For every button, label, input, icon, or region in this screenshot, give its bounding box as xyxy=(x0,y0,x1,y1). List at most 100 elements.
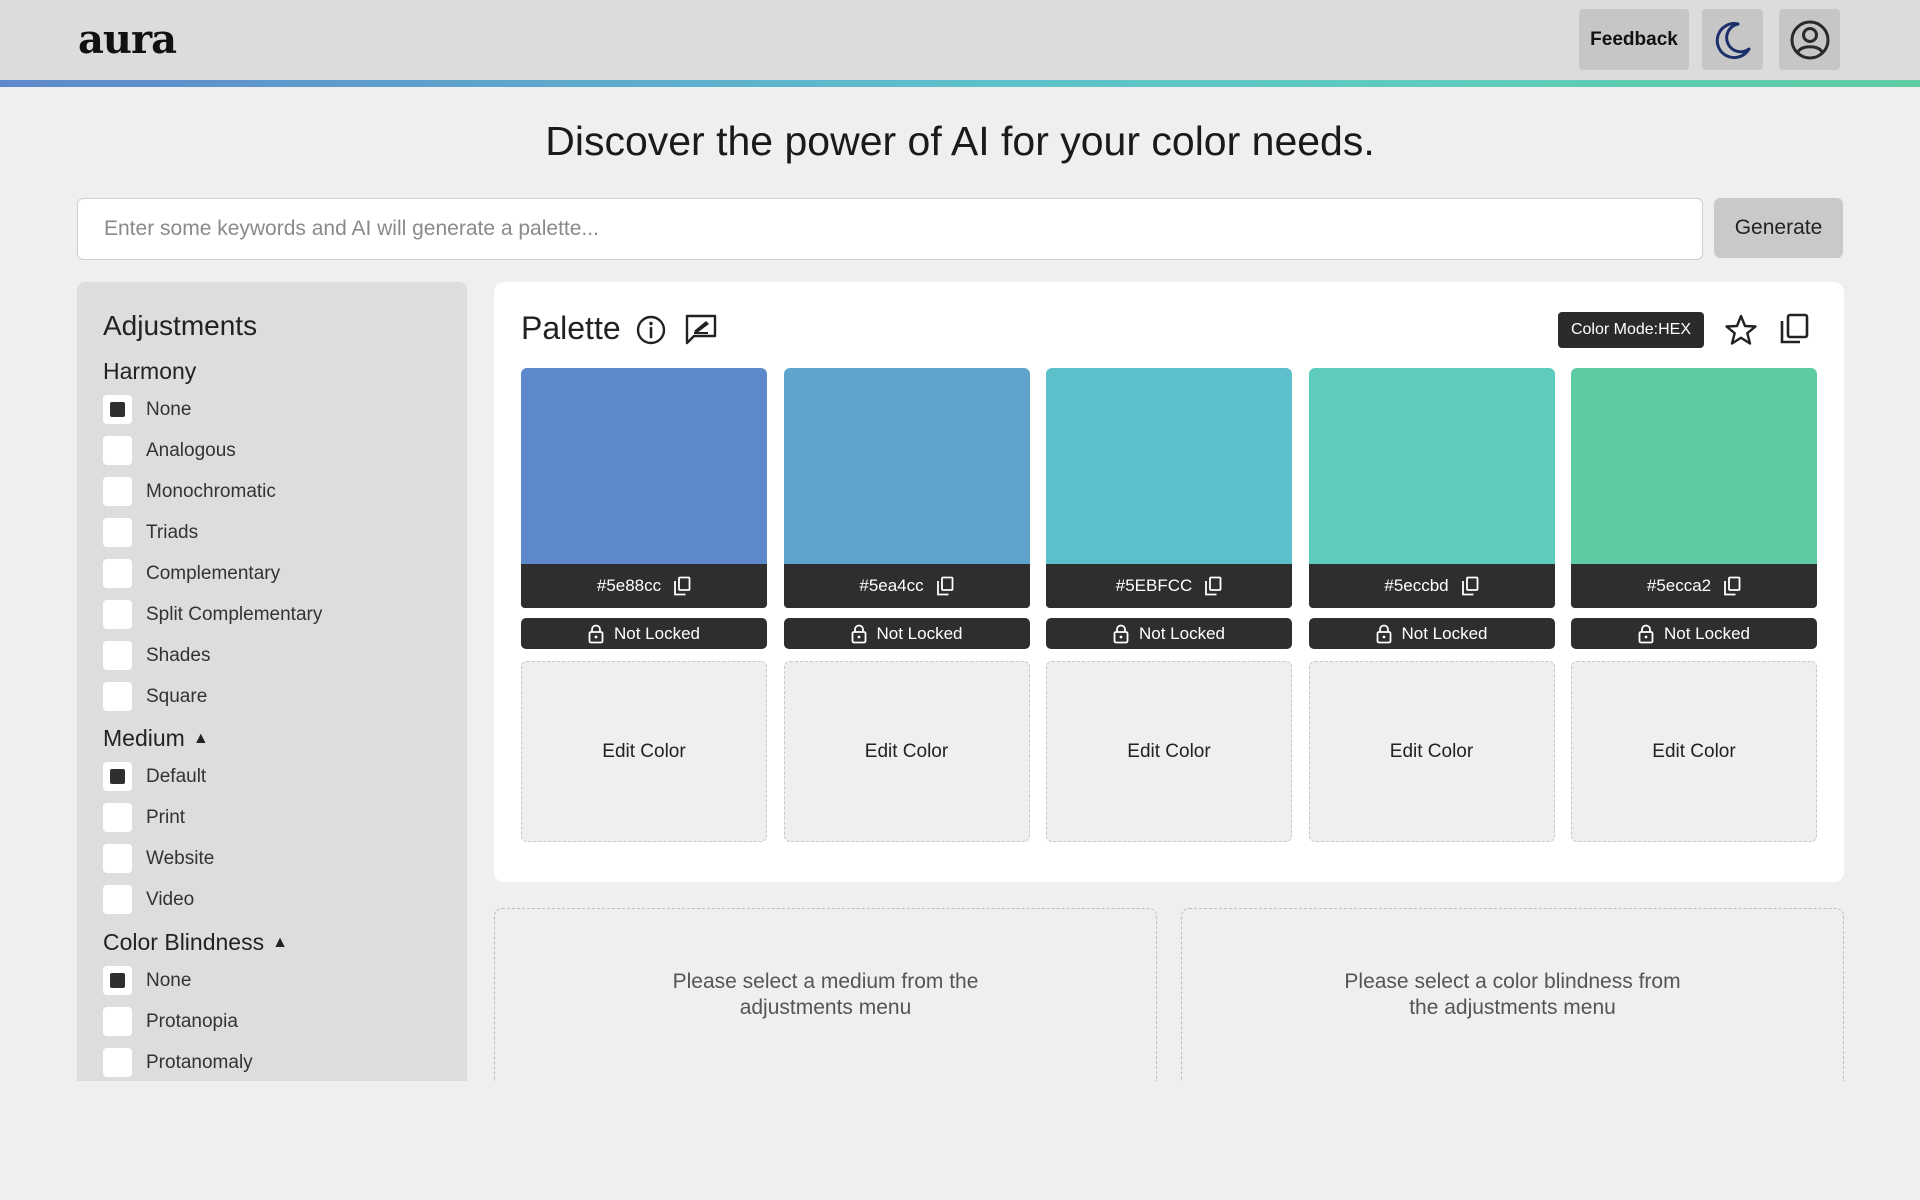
checkbox[interactable] xyxy=(103,682,132,711)
medium-message: Please select a medium from the adjustme… xyxy=(672,970,979,1019)
harmony-option[interactable]: Complementary xyxy=(103,559,280,588)
color-blindness-option[interactable]: Protanomaly xyxy=(103,1048,253,1077)
lock-toggle-button[interactable]: Not Locked xyxy=(783,618,1030,649)
checkbox[interactable] xyxy=(103,600,132,629)
feedback-button[interactable]: Feedback xyxy=(1579,9,1689,70)
checkbox[interactable] xyxy=(103,803,132,832)
color-blindness-option[interactable]: Protanopia xyxy=(103,1007,238,1036)
copy-icon[interactable] xyxy=(1723,576,1741,596)
color-blindness-option-label: None xyxy=(146,969,192,991)
medium-option-label: Website xyxy=(146,847,215,869)
harmony-option[interactable]: Shades xyxy=(103,641,210,670)
medium-option[interactable]: Print xyxy=(103,803,185,832)
checkbox-fill xyxy=(110,402,125,417)
hex-value: #5eccbd xyxy=(1384,576,1449,595)
adjustments-sidebar[interactable]: Adjustments Harmony None Analogous Monochr… xyxy=(77,282,467,1081)
color-mode-badge[interactable]: Color Mode:HEX xyxy=(1558,312,1704,348)
harmony-option[interactable]: Triads xyxy=(103,518,198,547)
checkbox[interactable] xyxy=(103,966,132,995)
copy-icon[interactable] xyxy=(1204,576,1222,596)
edit-color-button[interactable]: Edit Color xyxy=(1571,661,1817,842)
copy-icon[interactable] xyxy=(1778,312,1810,346)
harmony-option-label: Complementary xyxy=(146,562,281,584)
collapse-arrow-icon[interactable]: ▲ xyxy=(272,934,288,952)
color-column: #5eccbd Not Locked Edit Color xyxy=(1308,368,1555,842)
theme-toggle-button[interactable] xyxy=(1702,9,1763,70)
checkbox[interactable] xyxy=(103,1007,132,1036)
checkbox[interactable] xyxy=(103,395,132,424)
medium-preview-box: Please select a medium from the adjustme… xyxy=(494,908,1157,1081)
copy-icon[interactable] xyxy=(936,576,954,596)
color-blindness-heading[interactable]: Color Blindness ▲ xyxy=(103,929,288,956)
lock-icon xyxy=(1376,624,1391,643)
checkbox[interactable] xyxy=(103,885,132,914)
palette-title: Palette xyxy=(521,310,621,346)
lock-label: Not Locked xyxy=(876,623,963,643)
edit-color-button[interactable]: Edit Color xyxy=(521,661,767,842)
color-swatch[interactable]: #5ea4cc xyxy=(783,368,1030,608)
adjustments-title: Adjustments xyxy=(103,310,258,341)
lock-toggle-button[interactable]: Not Locked xyxy=(1571,618,1817,649)
harmony-option[interactable]: Square xyxy=(103,682,207,711)
checkbox[interactable] xyxy=(103,559,132,588)
harmony-option[interactable]: None xyxy=(103,395,191,424)
edit-color-button[interactable]: Edit Color xyxy=(1308,661,1555,842)
harmony-heading: Harmony xyxy=(103,358,196,385)
checkbox[interactable] xyxy=(103,641,132,670)
medium-option-label: Video xyxy=(146,888,195,910)
checkbox[interactable] xyxy=(103,1048,132,1077)
harmony-option[interactable]: Split Complementary xyxy=(103,600,322,629)
checkbox[interactable] xyxy=(103,844,132,873)
color-swatch[interactable]: #5EBFCC xyxy=(1046,368,1292,608)
color-column: #5ecca2 Not Locked Edit Color xyxy=(1571,368,1817,842)
lock-label: Not Locked xyxy=(614,623,700,643)
moon-icon xyxy=(1715,21,1750,59)
edit-color-button[interactable]: Edit Color xyxy=(783,661,1030,842)
gradient-divider xyxy=(0,80,1920,87)
copy-icon[interactable] xyxy=(673,576,691,596)
lock-icon xyxy=(851,624,866,643)
medium-option[interactable]: Website xyxy=(103,844,214,873)
lock-toggle-button[interactable]: Not Locked xyxy=(1308,618,1555,649)
checkbox-fill xyxy=(110,769,125,784)
lock-toggle-button[interactable]: Not Locked xyxy=(1046,618,1292,649)
hex-bar: #5ea4cc xyxy=(783,564,1030,608)
checkbox-fill xyxy=(110,973,125,988)
hex-value: #5EBFCC xyxy=(1115,576,1193,595)
edit-color-button[interactable]: Edit Color xyxy=(1046,661,1292,842)
color-column: #5e88cc Not Locked Edit Color xyxy=(521,368,767,842)
copy-icon[interactable] xyxy=(1461,576,1479,596)
collapse-arrow-icon[interactable]: ▲ xyxy=(193,730,209,748)
star-icon[interactable] xyxy=(1724,313,1758,347)
harmony-option[interactable]: Monochromatic xyxy=(103,477,276,506)
medium-option-label: Default xyxy=(146,765,207,787)
lock-toggle-button[interactable]: Not Locked xyxy=(521,618,767,649)
app-logo[interactable]: aura xyxy=(78,16,177,63)
color-swatch[interactable]: #5eccbd xyxy=(1308,368,1555,608)
keyword-search-input[interactable] xyxy=(77,198,1703,260)
color-swatch[interactable]: #5e88cc xyxy=(521,368,767,608)
harmony-option-label: Monochromatic xyxy=(146,480,276,502)
top-header: aura Feedback xyxy=(0,0,1920,82)
palette-panel: Palette Color Mode:HEX #5e88cc Not Locked… xyxy=(494,282,1844,882)
user-circle-icon xyxy=(1790,20,1829,59)
account-button[interactable] xyxy=(1779,9,1840,70)
color-blindness-message: Please select a color blindness from the… xyxy=(1344,970,1681,1019)
checkbox[interactable] xyxy=(103,762,132,791)
color-swatch[interactable]: #5ecca2 xyxy=(1571,368,1817,608)
comment-icon[interactable] xyxy=(684,312,718,346)
harmony-option-label: Analogous xyxy=(146,439,236,461)
info-icon[interactable] xyxy=(635,314,667,346)
lock-label: Not Locked xyxy=(1401,623,1488,643)
medium-option[interactable]: Default xyxy=(103,762,206,791)
medium-option[interactable]: Video xyxy=(103,885,194,914)
generate-button[interactable]: Generate xyxy=(1714,198,1843,258)
color-blindness-option[interactable]: None xyxy=(103,966,191,995)
checkbox[interactable] xyxy=(103,477,132,506)
lock-icon xyxy=(1113,624,1129,643)
medium-heading[interactable]: Medium ▲ xyxy=(103,725,209,752)
harmony-option[interactable]: Analogous xyxy=(103,436,236,465)
checkbox[interactable] xyxy=(103,518,132,547)
checkbox[interactable] xyxy=(103,436,132,465)
lock-icon xyxy=(1638,624,1654,643)
